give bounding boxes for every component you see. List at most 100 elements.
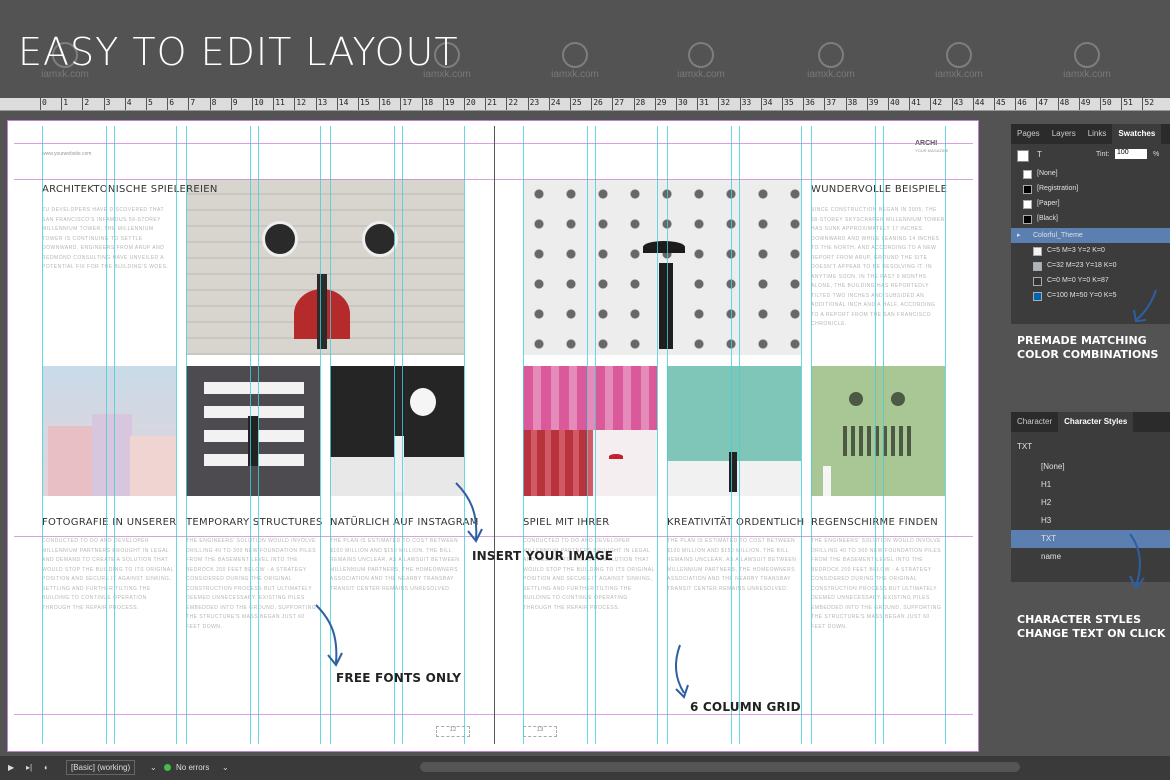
watermark: iamxk.com [666,42,736,80]
body-text[interactable]: THE ENGINEERS' SOLUTION WOULD INVOLVE DR… [186,537,320,645]
ruler-tick-label: 25 [572,98,582,107]
next-page-icon[interactable]: ▸| [26,763,32,772]
right-page[interactable]: ARCHI YOUR MAGAZINE [495,126,973,744]
ruler-tick-label: 18 [423,98,434,107]
panel-tabs[interactable]: Character Character Styles [1011,412,1170,432]
body-text[interactable]: THE PLAN IS ESTIMATED TO COST BETWEEN $1… [667,537,801,632]
chevron-down-icon[interactable]: ⌄ [150,763,157,772]
ruler-tick [421,98,423,110]
ruler-tick [951,98,953,110]
insert-image-note: INSERT YOUR IMAGE [472,549,614,563]
ruler-tick [1015,98,1017,110]
photo-green-vents[interactable] [811,366,945,496]
photo-diamond-wall[interactable] [523,179,801,355]
style-item[interactable]: H3 [1011,512,1170,530]
ruler-tick-label: 5 [148,98,153,107]
preflight-icon[interactable]: ◐ [44,763,49,772]
tab-layers[interactable]: Layers [1046,124,1082,144]
horizontal-scrollbar[interactable] [420,762,1020,772]
ruler-tick [930,98,932,110]
status-bar: ▶ ▸| ◐ [Basic] (working) ⌄ No errors ⌄ [0,756,1170,780]
photo-mint-wall[interactable] [667,366,801,496]
ruler-tick-label: 37 [826,98,837,107]
document-canvas[interactable]: www.yourwebsite.com ARCHITEKTONISCHE SPI… [0,111,1008,756]
ruler-tick-label: 45 [996,98,1006,107]
play-icon[interactable]: ▶ [8,763,14,772]
body-text[interactable]: ZU DEVELOPERS HAVE DISCOVERED THAT SAN F… [42,206,176,286]
chevron-down-icon[interactable]: ⌄ [222,763,229,772]
photo-balloon[interactable] [330,366,464,496]
swatch-item[interactable]: [None] [1011,166,1170,181]
horizontal-ruler[interactable]: 0 1 2 3 4 5 6 7 8 9 10 11 12 13 14 15 16 17 18 19 20 21 22 23 24… [0,98,1170,111]
ruler-tick-label: 0 [42,98,47,107]
swatch-item[interactable]: [Registration] [1011,181,1170,196]
watermark: iamxk.com [412,42,482,80]
section-heading[interactable]: TEMPORARY STRUCTURES [186,517,323,528]
ruler-tick [1057,98,1059,110]
ruler-tick [570,98,571,110]
style-item[interactable]: [None] [1011,458,1170,476]
ruler-tick [972,98,974,110]
tab-links[interactable]: Links [1082,124,1113,144]
style-item[interactable]: H1 [1011,476,1170,494]
left-page[interactable]: www.yourwebsite.com ARCHITEKTONISCHE SPI… [14,126,494,744]
ruler-tick-label: 33 [741,98,752,107]
ruler-tick [1100,98,1101,110]
arrow-icon [1133,289,1157,323]
photo-pink-stripes[interactable] [523,366,657,496]
ruler-tick-label: 1 [63,98,69,107]
arrow-icon [455,482,483,543]
swatch-item[interactable]: [Black] [1011,211,1170,226]
tab-pages[interactable]: Pages [1011,124,1046,144]
section-heading[interactable]: WUNDERVOLLE BEISPIELE [811,184,947,195]
photo-white-stripes[interactable] [186,366,320,496]
ruler-tick-label: 32 [720,98,731,107]
section-heading[interactable]: ARCHITEKTONISCHE SPIELEREIEN [42,184,218,195]
ruler-tick [1142,98,1144,110]
ruler-tick [400,98,402,110]
watermark: iamxk.com [796,42,866,80]
body-text[interactable]: CONDUCTED TO DO AND DEVELOPER MILLENNIUM… [42,537,176,632]
ruler-tick-label: 17 [402,98,413,107]
swatch-group[interactable]: ▸ Colorful_Theme [1011,228,1170,243]
tint-input[interactable]: 100 [1115,149,1147,159]
tab-character-styles[interactable]: Character Styles [1058,412,1134,432]
ruler-tick [760,98,762,110]
section-heading[interactable]: SPIEL MIT IHRER [523,517,609,528]
body-text[interactable]: SINCE CONSTRUCTION BEGAN IN 2005, THE 58… [811,206,945,346]
ruler-tick [591,98,593,110]
tab-swatches[interactable]: Swatches [1112,124,1162,144]
ruler-tick [336,98,338,110]
arrow-icon [315,604,343,667]
ruler-tick-label: 12 [296,98,307,107]
watermark: iamxk.com [1052,42,1122,80]
ruler-tick-label: 21 [487,98,497,107]
body-text[interactable]: THE ENGINEERS' SOLUTION WOULD INVOLVE DR… [811,537,945,645]
fill-stroke-icon[interactable] [1017,150,1029,162]
ruler-tick [103,98,105,110]
photo-pink-buildings[interactable] [42,366,176,496]
swatch-item[interactable]: [Paper] [1011,196,1170,211]
ruler-tick-label: 30 [678,98,688,107]
ruler-tick [994,98,995,110]
section-heading[interactable]: KREATIVITÄT ORDENTLICH [667,517,804,528]
ruler-tick-label: 14 [338,98,349,107]
ruler-tick-label: 2 [84,98,90,107]
folder-icon: ▸ [1017,232,1021,239]
section-heading[interactable]: FOTOGRAFIE IN UNSERER [42,517,177,528]
style-item[interactable]: H2 [1011,494,1170,512]
swatch-item[interactable]: C=32 M=23 Y=18 K=0 [1011,258,1170,273]
ruler-tick-label: 4 [126,98,132,107]
ruler-tick-label: 10 [254,98,264,107]
swatch-item[interactable]: C=5 M=3 Y=2 K=0 [1011,243,1170,258]
photo-wall-portholes[interactable] [186,179,464,355]
profile-dropdown[interactable]: [Basic] (working) [66,760,136,775]
header-website: www.yourwebsite.com [42,151,92,157]
ruler-tick-label: 3 [105,98,111,107]
text-format-icon[interactable]: T [1037,150,1042,159]
body-text[interactable]: THE PLAN IS ESTIMATED TO COST BETWEEN $1… [330,537,464,632]
ruler-tick-label: 6 [169,98,175,107]
panel-tabs[interactable]: Pages Layers Links Swatches [1011,124,1170,144]
tab-character[interactable]: Character [1011,412,1058,432]
page-number-right: 13 [523,726,557,737]
